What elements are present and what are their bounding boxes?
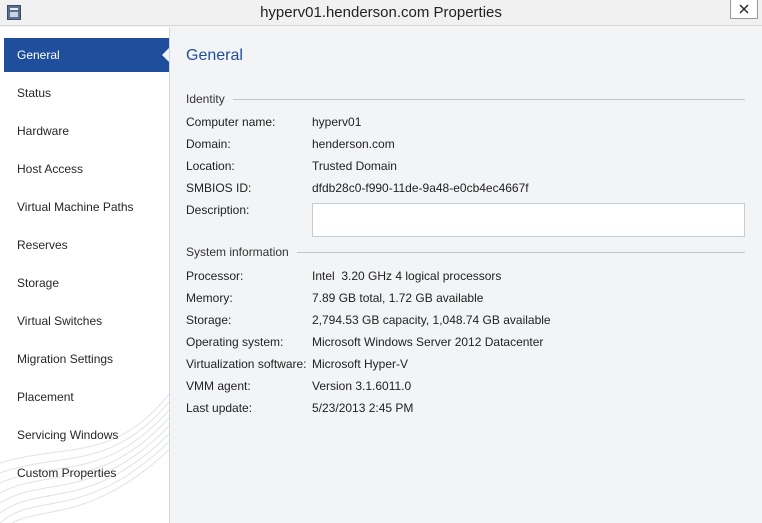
storage-row: Storage: 2,794.53 GB capacity, 1,048.74 … (186, 313, 745, 329)
vmm-agent-value: Version 3.1.6011.0 (312, 379, 412, 393)
storage-label: Storage: (186, 313, 232, 327)
sidebar-item-virtual-machine-paths[interactable]: Virtual Machine Paths (4, 190, 169, 228)
sidebar-item-custom-properties[interactable]: Custom Properties (4, 456, 169, 494)
close-icon (739, 4, 749, 14)
os-value: Microsoft Windows Server 2012 Datacenter (312, 335, 544, 349)
sidebar-item-servicing-windows[interactable]: Servicing Windows (4, 418, 169, 456)
computer-name-row: Computer name: hyperv01 (186, 115, 745, 131)
os-label: Operating system: (186, 335, 284, 349)
processor-label: Processor: (186, 269, 244, 283)
last-update-row: Last update: 5/23/2013 2:45 PM (186, 401, 745, 417)
sidebar-item-placement[interactable]: Placement (4, 380, 169, 418)
domain-row: Domain: henderson.com (186, 137, 745, 153)
last-update-label: Last update: (186, 401, 253, 415)
memory-value: 7.89 GB total, 1.72 GB available (312, 291, 484, 305)
vmm-agent-row: VMM agent: Version 3.1.6011.0 (186, 379, 745, 395)
description-label: Description: (186, 203, 250, 217)
processor-row: Processor: Intel 3.20 GHz 4 logical proc… (186, 269, 745, 285)
system-section: System information (186, 245, 745, 259)
smbios-value: dfdb28c0-f990-11de-9a48-e0cb4ec4667f (312, 181, 529, 195)
identity-section: Identity (186, 92, 745, 106)
location-row: Location: Trusted Domain (186, 159, 745, 175)
processor-value: Intel 3.20 GHz 4 logical processors (312, 269, 502, 283)
window-title: hyperv01.henderson.com Properties (260, 4, 502, 21)
page-title: General (186, 47, 243, 64)
title-bar: hyperv01.henderson.com Properties (0, 0, 762, 26)
domain-label: Domain: (186, 137, 231, 151)
computer-name-value: hyperv01 (312, 115, 362, 129)
sidebar-nav: General Status Hardware Host Access Virt… (0, 27, 169, 494)
description-field[interactable] (312, 203, 745, 237)
sidebar-item-virtual-switches[interactable]: Virtual Switches (4, 304, 169, 342)
location-value: Trusted Domain (312, 159, 397, 173)
sidebar-item-migration-settings[interactable]: Migration Settings (4, 342, 169, 380)
identity-heading-label: Identity (186, 92, 233, 106)
smbios-row: SMBIOS ID: dfdb28c0-f990-11de-9a48-e0cb4… (186, 181, 745, 197)
virtualization-value: Microsoft Hyper-V (312, 357, 409, 371)
system-heading-label: System information (186, 245, 297, 259)
sidebar-item-hardware[interactable]: Hardware (4, 114, 169, 152)
identity-heading: Identity (186, 92, 745, 106)
sidebar-item-status[interactable]: Status (4, 76, 169, 114)
storage-value: 2,794.53 GB capacity, 1,048.74 GB availa… (312, 313, 551, 327)
sidebar: General Status Hardware Host Access Virt… (0, 27, 170, 523)
last-update-value: 5/23/2013 2:45 PM (312, 401, 414, 415)
memory-label: Memory: (186, 291, 233, 305)
system-heading: System information (186, 245, 745, 259)
memory-row: Memory: 7.89 GB total, 1.72 GB available (186, 291, 745, 307)
sidebar-item-general[interactable]: General (4, 38, 169, 72)
sidebar-item-storage[interactable]: Storage (4, 266, 169, 304)
sidebar-item-host-access[interactable]: Host Access (4, 152, 169, 190)
vmm-agent-label: VMM agent: (186, 379, 251, 393)
location-label: Location: (186, 159, 235, 173)
virtualization-row: Virtualization software: Microsoft Hyper… (186, 357, 745, 373)
smbios-label: SMBIOS ID: (186, 181, 252, 195)
main-content: General Identity Computer name: hyperv01… (171, 27, 762, 523)
virtualization-label: Virtualization software: (186, 357, 307, 371)
close-button[interactable] (730, 0, 758, 19)
os-row: Operating system: Microsoft Windows Serv… (186, 335, 745, 351)
domain-value: henderson.com (312, 137, 395, 151)
description-row: Description: (186, 203, 745, 237)
sidebar-item-reserves[interactable]: Reserves (4, 228, 169, 266)
computer-name-label: Computer name: (186, 115, 276, 129)
